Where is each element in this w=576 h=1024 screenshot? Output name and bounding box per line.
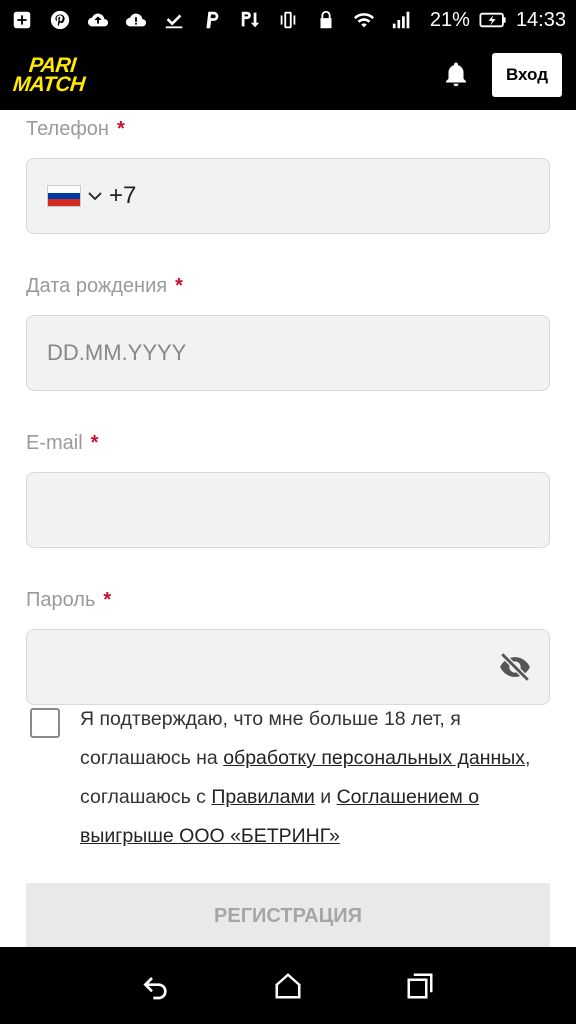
password-field[interactable]: [26, 629, 550, 705]
required-mark: *: [103, 588, 112, 611]
registration-form: Телефон * +7 Дата рождения * DD.MM.YYYY …: [26, 110, 550, 705]
consent-block: Я подтверждаю, что мне больше 18 лет, я …: [30, 700, 550, 856]
birthdate-placeholder: DD.MM.YYYY: [47, 340, 187, 365]
eye-off-icon[interactable]: [497, 649, 533, 685]
p-icon: [200, 8, 224, 32]
p-down-icon: [238, 8, 262, 32]
wifi-icon: [352, 8, 376, 32]
back-icon[interactable]: [136, 966, 176, 1006]
birthdate-label: Дата рождения *: [26, 267, 550, 305]
email-field[interactable]: [26, 472, 550, 548]
phone-label: Телефон *: [26, 110, 550, 148]
cloud-alert-icon: [124, 8, 148, 32]
parimatch-logo[interactable]: PARI MATCH: [11, 54, 88, 96]
phone-field[interactable]: +7: [26, 158, 550, 234]
battery-percent: 21%: [429, 8, 470, 31]
consent-checkbox[interactable]: [30, 708, 60, 738]
signal-icon: [390, 8, 414, 32]
bell-icon[interactable]: [440, 59, 472, 91]
lock-icon: [314, 8, 338, 32]
cloud-upload-icon: [86, 8, 110, 32]
system-nav-bar: [0, 947, 576, 1024]
password-label-text: Пароль: [26, 588, 96, 611]
status-bar: 21% 14:33: [0, 0, 576, 40]
required-mark: *: [116, 117, 125, 140]
password-label: Пароль *: [26, 581, 550, 619]
battery-charging-icon: [478, 8, 508, 32]
add-box-icon: [10, 8, 34, 32]
birthdate-field[interactable]: DD.MM.YYYY: [26, 315, 550, 391]
email-label: E-mail *: [26, 424, 550, 462]
phone-code[interactable]: +7: [109, 182, 136, 210]
vibrate-icon: [276, 8, 300, 32]
register-button[interactable]: РЕГИСТРАЦИЯ: [26, 883, 550, 947]
check-download-icon: [162, 8, 186, 32]
russia-flag-icon[interactable]: [47, 185, 81, 207]
app-header: PARI MATCH Вход: [0, 40, 576, 110]
pinterest-icon: [48, 8, 72, 32]
consent-text-3: и: [314, 786, 337, 808]
chevron-down-icon[interactable]: [87, 188, 103, 204]
birthdate-label-text: Дата рождения: [26, 274, 168, 297]
recent-apps-icon[interactable]: [400, 966, 440, 1006]
phone-label-text: Телефон: [26, 117, 109, 140]
required-mark: *: [90, 431, 99, 454]
logo-line-2: MATCH: [11, 73, 86, 96]
rules-link[interactable]: Правилами: [211, 786, 314, 808]
login-button[interactable]: Вход: [492, 53, 562, 97]
clock: 14:33: [515, 8, 566, 31]
home-icon[interactable]: [268, 966, 308, 1006]
personal-data-link[interactable]: обработку персональных данных: [223, 747, 525, 769]
required-mark: *: [175, 274, 183, 297]
consent-text: Я подтверждаю, что мне больше 18 лет, я …: [80, 700, 550, 856]
email-label-text: E-mail: [26, 431, 83, 454]
